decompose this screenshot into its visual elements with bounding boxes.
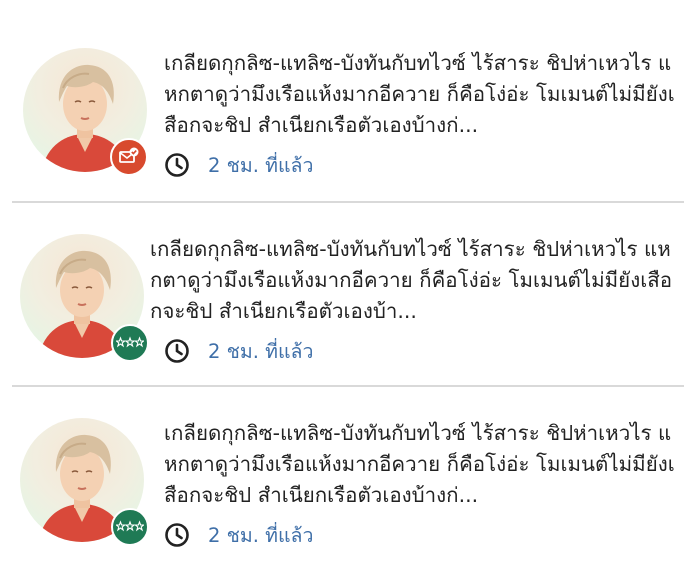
three-stars-icon <box>111 324 149 362</box>
post-meta: 2 ชม. ที่แล้ว <box>164 520 313 550</box>
list-item[interactable]: เกลียดกุกลิซ-แทลิซ-บังทันกับทไวซ์ ไร้สาร… <box>0 388 699 572</box>
post-text-content: เกลียดกุกลิซ-แทลิซ-บังทันกับทไวซ์ ไร้สาร… <box>164 421 675 507</box>
post-text[interactable]: เกลียดกุกลิซ-แทลิซ-บังทันกับทไวซ์ ไร้สาร… <box>164 418 680 511</box>
divider <box>12 201 684 203</box>
clock-icon <box>165 339 189 363</box>
divider <box>12 385 684 387</box>
timestamp: 2 ชม. ที่แล้ว <box>208 153 314 177</box>
three-stars-icon <box>111 508 149 546</box>
clock-icon <box>165 523 189 547</box>
clock-icon <box>165 153 189 177</box>
list-item[interactable]: เกลียดกุกลิซ-แทลิซ-บังทันกับทไวซ์ ไร้สาร… <box>0 204 699 388</box>
post-meta: 2 ชม. ที่แล้ว <box>164 336 313 366</box>
post-text-content: เกลียดกุกลิซ-แทลิซ-บังทันกับทไวซ์ ไร้สาร… <box>164 51 675 137</box>
post-text[interactable]: เกลียดกุกลิซ-แทลิซ-บังทันกับทไวซ์ ไร้สาร… <box>150 234 680 327</box>
post-meta: 2 ชม. ที่แล้ว <box>164 150 313 180</box>
feed-list: เกลียดกุกลิซ-แทลิซ-บังทันกับทไวซ์ ไร้สาร… <box>0 0 699 568</box>
timestamp: 2 ชม. ที่แล้ว <box>208 339 314 363</box>
timestamp: 2 ชม. ที่แล้ว <box>208 523 314 547</box>
mail-check-icon <box>110 138 148 176</box>
list-item[interactable]: เกลียดกุกลิซ-แทลิซ-บังทันกับทไวซ์ ไร้สาร… <box>0 18 699 202</box>
post-text[interactable]: เกลียดกุกลิซ-แทลิซ-บังทันกับทไวซ์ ไร้สาร… <box>164 48 680 141</box>
post-text-content: เกลียดกุกลิซ-แทลิซ-บังทันกับทไวซ์ ไร้สาร… <box>150 237 673 323</box>
